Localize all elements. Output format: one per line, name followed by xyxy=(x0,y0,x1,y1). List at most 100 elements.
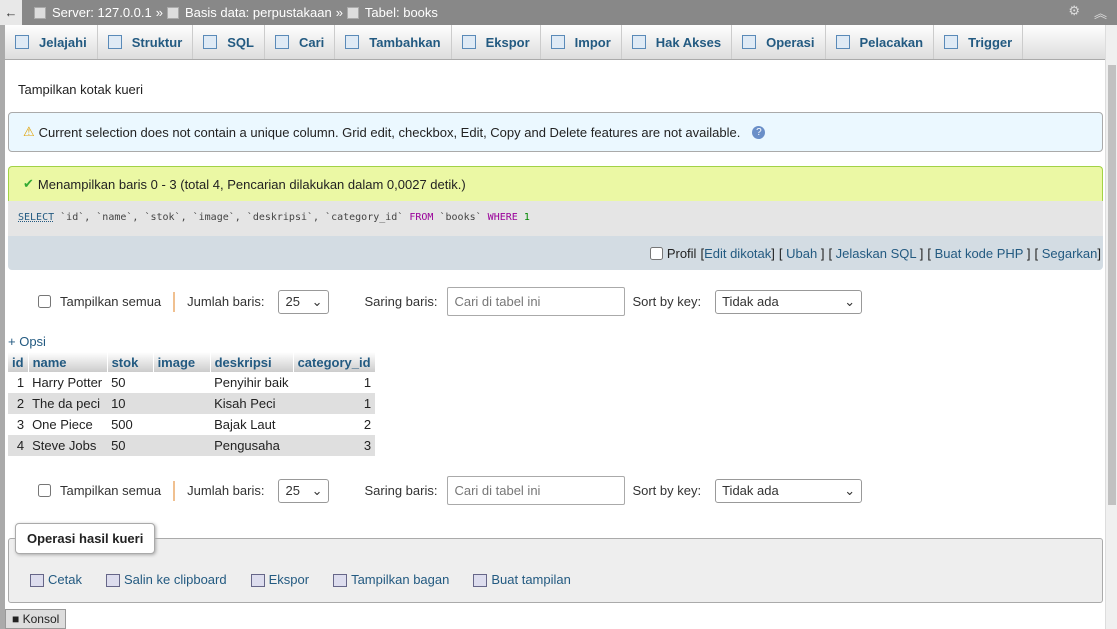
sql-table: `books` xyxy=(439,212,482,223)
show-all-checkbox[interactable] xyxy=(38,295,51,308)
link-label: Cetak xyxy=(48,572,82,587)
cell-id: 2 xyxy=(8,393,29,414)
column-header[interactable]: id xyxy=(8,352,29,372)
column-header[interactable]: deskripsi xyxy=(210,352,294,372)
breadcrumb-bar: ← Server: 127.0.0.1 » Basis data: perpus… xyxy=(0,0,1117,25)
tab-triggers[interactable]: Trigger xyxy=(934,25,1024,59)
create-view-link[interactable]: Buat tampilan xyxy=(473,572,571,588)
create-php-link[interactable]: Buat kode PHP xyxy=(935,246,1024,261)
table-row: 3 One Piece 500 Bajak Laut 2 xyxy=(8,414,376,435)
cell-image xyxy=(153,393,211,414)
eye-icon xyxy=(835,35,850,49)
tab-label: Cari xyxy=(299,34,325,50)
tab-label: Trigger xyxy=(968,34,1013,50)
console-label: Konsol xyxy=(22,612,60,626)
tab-label: Jelajahi xyxy=(39,34,87,50)
tab-tracking[interactable]: Pelacakan xyxy=(826,25,935,59)
help-icon[interactable]: ? xyxy=(752,125,766,139)
refresh-link[interactable]: Segarkan xyxy=(1042,246,1098,261)
database-icon xyxy=(166,6,179,19)
edit-inline-link[interactable]: Edit dikotak xyxy=(704,246,771,261)
tab-label: Struktur xyxy=(131,34,183,50)
rows-select[interactable]: 25 ⌄ xyxy=(278,478,330,503)
cell-name: Harry Potter xyxy=(28,372,108,393)
warning-text: Current selection does not contain a uni… xyxy=(38,124,741,140)
breadcrumb-separator: » xyxy=(155,5,163,20)
show-all-label: Tampilkan semua xyxy=(60,483,162,498)
rows-select[interactable]: 25 ⌄ xyxy=(278,289,330,314)
cell-category-id: 3 xyxy=(293,435,376,456)
collapse-icon[interactable]: ︽ xyxy=(1094,3,1107,22)
breadcrumb: Server: 127.0.0.1 » Basis data: perpusta… xyxy=(34,5,438,20)
tab-insert[interactable]: Tambahkan xyxy=(335,25,452,59)
rows-value: 25 xyxy=(285,294,300,309)
scrollbar[interactable] xyxy=(1105,25,1117,629)
warning-notice: ⚠ Current selection does not contain a u… xyxy=(8,112,1103,152)
cell-stok: 50 xyxy=(107,372,154,393)
filter-label: Saring baris: xyxy=(364,294,438,309)
profile-checkbox[interactable] xyxy=(649,246,663,260)
chevron-down-icon: ⌄ xyxy=(311,482,323,498)
rows-value: 25 xyxy=(285,483,300,498)
explain-sql-link[interactable]: Jelaskan SQL xyxy=(836,246,916,261)
edit-link[interactable]: Ubah xyxy=(786,246,817,261)
scrollbar-thumb[interactable] xyxy=(1108,65,1116,505)
export-link[interactable]: Ekspor xyxy=(250,572,310,588)
column-header[interactable]: stok xyxy=(107,352,154,372)
filter-label: Saring baris: xyxy=(364,483,438,498)
show-query-box-link[interactable]: Tampilkan kotak kueri xyxy=(18,82,143,97)
show-all-checkbox[interactable] xyxy=(38,484,51,497)
cell-stok: 50 xyxy=(107,435,154,456)
breadcrumb-database[interactable]: Basis data: perpustakaan xyxy=(185,5,332,20)
cell-category-id: 1 xyxy=(293,393,376,414)
sort-select[interactable]: Tidak ada ⌄ xyxy=(715,289,863,314)
tab-operations[interactable]: Operasi xyxy=(732,25,826,59)
sql-select-keyword[interactable]: SELECT xyxy=(18,212,54,223)
chart-icon xyxy=(333,574,348,588)
tab-label: SQL xyxy=(227,34,254,50)
sql-actions: Profil [Edit dikotak] [ Ubah ] [ Jelaska… xyxy=(8,236,1103,270)
tab-browse[interactable]: Jelajahi xyxy=(5,25,98,59)
cell-deskripsi: Penyihir baik xyxy=(210,372,294,393)
tab-privileges[interactable]: Hak Akses xyxy=(622,25,733,59)
column-header[interactable]: category_id xyxy=(293,352,376,372)
display-chart-link[interactable]: Tampilkan bagan xyxy=(333,572,449,588)
cell-deskripsi: Bajak Laut xyxy=(210,414,294,435)
cell-stok: 500 xyxy=(107,414,154,435)
success-notice: ✔ Menampilkan baris 0 - 3 (total 4, Penc… xyxy=(8,166,1103,201)
console-button[interactable]: ■ Konsol xyxy=(5,609,67,629)
sort-value: Tidak ada xyxy=(722,294,779,309)
breadcrumb-table[interactable]: Tabel: books xyxy=(365,5,438,20)
tab-label: Pelacakan xyxy=(859,34,924,50)
tab-import[interactable]: Impor xyxy=(541,25,622,59)
breadcrumb-server[interactable]: Server: 127.0.0.1 xyxy=(52,5,152,20)
tab-label: Hak Akses xyxy=(655,34,722,50)
trigger-icon xyxy=(944,35,959,49)
filter-input[interactable]: Cari di tabel ini xyxy=(447,476,626,505)
chevron-down-icon: ⌄ xyxy=(844,482,856,498)
options-link[interactable]: + Opsi xyxy=(8,334,46,349)
print-link[interactable]: Cetak xyxy=(30,572,82,588)
tab-sql[interactable]: SQL xyxy=(193,25,265,59)
back-arrow-icon[interactable]: ← xyxy=(0,0,22,25)
profile-label: Profil xyxy=(666,245,697,261)
cell-image xyxy=(153,435,211,456)
privileges-icon xyxy=(631,35,646,49)
sort-select[interactable]: Tidak ada ⌄ xyxy=(715,478,863,503)
filter-input[interactable]: Cari di tabel ini xyxy=(447,287,626,316)
tab-structure[interactable]: Struktur xyxy=(98,25,194,59)
tab-export[interactable]: Ekspor xyxy=(452,25,541,59)
gear-icon[interactable]: ⚙ xyxy=(1068,3,1080,22)
cell-category-id: 2 xyxy=(293,414,376,435)
column-header[interactable]: name xyxy=(28,352,108,372)
link-label: Ekspor xyxy=(268,572,310,587)
chevron-down-icon: ⌄ xyxy=(844,293,856,309)
sql-where-keyword: WHERE xyxy=(487,212,518,223)
copy-clipboard-link[interactable]: Salin ke clipboard xyxy=(105,572,227,588)
column-header[interactable]: image xyxy=(153,352,211,372)
cell-id: 1 xyxy=(8,372,29,393)
tab-search[interactable]: Cari xyxy=(265,25,336,59)
cell-name: Steve Jobs xyxy=(28,435,108,456)
left-border xyxy=(0,25,5,629)
sql-query: SELECT `id`, `name`, `stok`, `image`, `d… xyxy=(8,201,1103,236)
